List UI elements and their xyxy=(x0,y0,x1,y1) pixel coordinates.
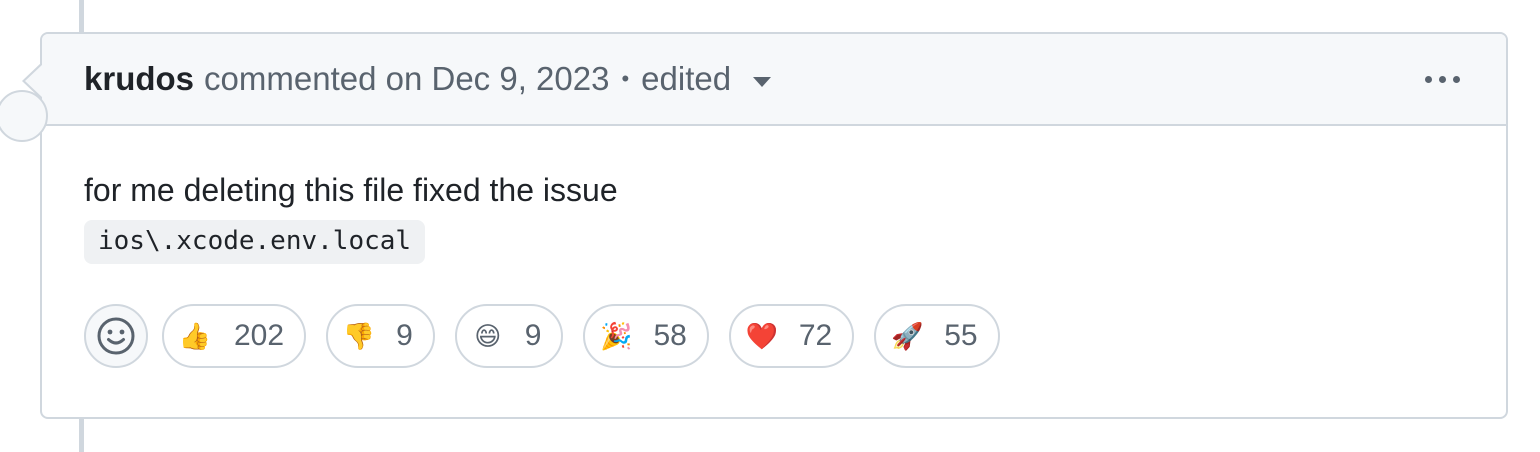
thumbs-up-icon: 👍 xyxy=(178,320,212,351)
comment-header: krudos commented on Dec 9, 2023 • edited xyxy=(42,34,1506,126)
edited-label: edited xyxy=(641,60,732,97)
comment-caret-fill xyxy=(25,64,43,98)
reaction-count: 9 xyxy=(396,319,413,352)
hooray-icon: 🎉 xyxy=(600,320,633,351)
comment-author-link[interactable]: krudos xyxy=(84,60,194,98)
reactions-bar: 👍 202 👎 9 😄 9 🎉 58 ❤️ 72 🚀 55 xyxy=(84,304,1466,368)
reaction-count: 55 xyxy=(944,319,978,352)
comment-timestamp-link[interactable]: commented on Dec 9, 2023 xyxy=(204,60,609,98)
kebab-dot xyxy=(1439,75,1446,83)
reaction-hooray-button[interactable]: 🎉 58 xyxy=(583,304,709,368)
reaction-thumbs-down-button[interactable]: 👎 9 xyxy=(326,304,435,368)
reaction-count: 202 xyxy=(234,319,285,352)
laugh-icon: 😄 xyxy=(474,320,502,351)
edit-history-dropdown[interactable]: edited xyxy=(641,60,772,98)
heart-icon: ❤️ xyxy=(745,320,778,351)
triangle-down-icon xyxy=(753,77,772,87)
reaction-heart-button[interactable]: ❤️ 72 xyxy=(728,304,855,368)
comment-body: for me deleting this file fixed the issu… xyxy=(42,126,1506,368)
reaction-thumbs-up-button[interactable]: 👍 202 xyxy=(162,304,307,368)
comment-card: krudos commented on Dec 9, 2023 • edited… xyxy=(0,32,1508,419)
thumbs-down-icon: 👎 xyxy=(342,320,376,351)
comment-text: for me deleting this file fixed the issu… xyxy=(84,172,618,208)
reaction-count: 72 xyxy=(798,319,833,352)
meta-separator: • xyxy=(621,66,630,91)
comment-options-button[interactable] xyxy=(1419,68,1466,91)
add-reaction-button[interactable] xyxy=(84,304,148,368)
kebab-horizontal-icon xyxy=(1425,75,1432,83)
reaction-rocket-button[interactable]: 🚀 55 xyxy=(874,304,1000,368)
rocket-icon: 🚀 xyxy=(891,320,924,351)
kebab-dot xyxy=(1453,75,1460,83)
inline-code: ios\.xcode.env.local xyxy=(84,220,426,264)
reaction-count: 9 xyxy=(524,319,542,352)
reaction-count: 58 xyxy=(653,319,687,352)
reaction-laugh-button[interactable]: 😄 9 xyxy=(454,304,564,368)
smiley-icon xyxy=(97,317,135,355)
